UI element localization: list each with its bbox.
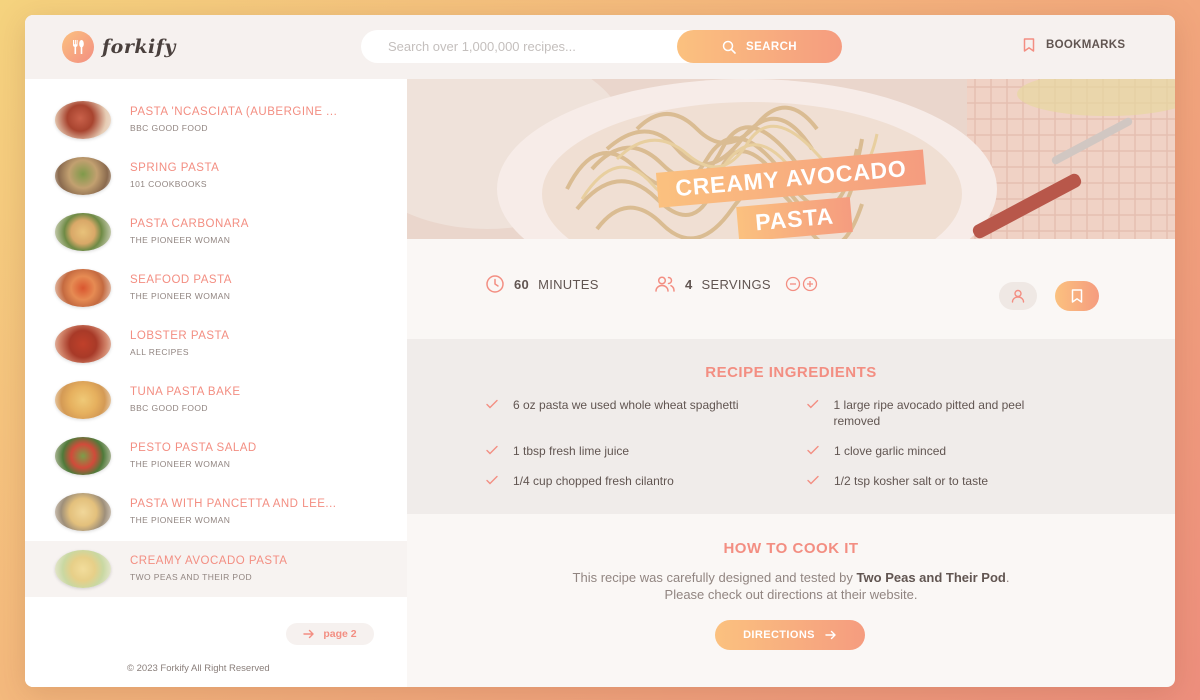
result-publisher: THE PIONEER WOMAN bbox=[130, 459, 231, 469]
how-text-2: Please check out directions at their web… bbox=[664, 587, 918, 602]
ingredient-text: 1/2 tsp kosher salt or to taste bbox=[834, 474, 989, 488]
result-publisher: BBC GOOD FOOD bbox=[130, 403, 208, 413]
result-title: PESTO PASTA SALAD bbox=[130, 442, 257, 454]
how-to-cook-title: HOW TO COOK IT bbox=[723, 540, 859, 557]
ingredient-text: 1 clove garlic minced bbox=[834, 444, 947, 458]
result-publisher: TWO PEAS AND THEIR POD bbox=[130, 572, 252, 582]
recipe-publisher: Two Peas and Their Pod bbox=[856, 570, 1006, 585]
recipe-thumbnail bbox=[55, 269, 111, 307]
logo-text: forkify bbox=[102, 36, 176, 58]
check-icon bbox=[807, 399, 819, 409]
minutes-label: MINUTES bbox=[538, 276, 599, 292]
search-icon bbox=[722, 40, 736, 54]
ingredient-text: 1 tbsp fresh lime juice bbox=[513, 444, 630, 458]
servings-value: 4 bbox=[685, 276, 693, 292]
result-title: PASTA WITH PANCETTA AND LEE... bbox=[130, 498, 337, 510]
servings: 4 SERVINGS bbox=[654, 274, 818, 294]
increase-servings-icon[interactable] bbox=[802, 276, 818, 292]
check-icon bbox=[486, 399, 498, 409]
ingredient-item: 1/2 tsp kosher salt or to taste bbox=[806, 473, 1066, 489]
recipe-thumbnail bbox=[55, 437, 111, 475]
ingredient-text: 6 oz pasta we used whole wheat spaghetti bbox=[513, 398, 739, 412]
search-input[interactable] bbox=[388, 30, 668, 63]
ingredients-title: RECIPE INGREDIENTS bbox=[705, 364, 877, 381]
result-title: TUNA PASTA BAKE bbox=[130, 386, 241, 398]
recipe-thumbnail bbox=[55, 213, 111, 251]
next-page-label: page 2 bbox=[323, 628, 357, 640]
user-generated-button[interactable] bbox=[999, 282, 1037, 310]
next-page-button[interactable]: page 2 bbox=[286, 623, 374, 645]
result-item[interactable]: SEAFOOD PASTA THE PIONEER WOMAN bbox=[25, 260, 407, 316]
search-button-label: SEARCH bbox=[746, 40, 797, 53]
result-item[interactable]: PASTA CARBONARA THE PIONEER WOMAN bbox=[25, 204, 407, 260]
recipe-title-line-2: PASTA bbox=[735, 197, 854, 239]
cooking-time: 60 MINUTES bbox=[485, 274, 599, 294]
result-publisher: THE PIONEER WOMAN bbox=[130, 235, 231, 245]
user-icon bbox=[1011, 289, 1025, 303]
bookmarks-label: BOOKMARKS bbox=[1046, 39, 1126, 51]
ingredient-item: 1/4 cup chopped fresh cilantro bbox=[485, 473, 745, 489]
check-icon bbox=[486, 475, 498, 485]
users-icon bbox=[655, 276, 675, 292]
result-item[interactable]: PASTA 'NCASCIATA (AUBERGINE ... BBC GOOD… bbox=[25, 92, 407, 148]
recipe-thumbnail bbox=[55, 550, 111, 588]
result-publisher: THE PIONEER WOMAN bbox=[130, 291, 231, 301]
search-bar: SEARCH bbox=[361, 30, 842, 63]
check-icon bbox=[807, 445, 819, 455]
result-publisher: BBC GOOD FOOD bbox=[130, 123, 208, 133]
result-publisher: THE PIONEER WOMAN bbox=[130, 515, 231, 525]
result-item[interactable]: PASTA WITH PANCETTA AND LEE... THE PIONE… bbox=[25, 484, 407, 540]
result-publisher: ALL RECIPES bbox=[130, 347, 189, 357]
result-title: PASTA 'NCASCIATA (AUBERGINE ... bbox=[130, 106, 338, 118]
header: forkify SEARCH BOOKMARKS bbox=[25, 15, 1175, 79]
result-item-active[interactable]: CREAMY AVOCADO PASTA TWO PEAS AND THEIR … bbox=[25, 541, 407, 597]
result-item[interactable]: PESTO PASTA SALAD THE PIONEER WOMAN bbox=[25, 428, 407, 484]
recipe-thumbnail bbox=[55, 157, 111, 195]
result-item[interactable]: SPRING PASTA 101 COOKBOOKS bbox=[25, 148, 407, 204]
recipe-thumbnail bbox=[55, 493, 111, 531]
arrow-right-icon bbox=[303, 629, 315, 639]
result-publisher: 101 COOKBOOKS bbox=[130, 179, 208, 189]
how-text-1: This recipe was carefully designed and t… bbox=[572, 570, 853, 585]
how-to-cook-text: This recipe was carefully designed and t… bbox=[572, 570, 1010, 602]
copyright: © 2023 Forkify All Right Reserved bbox=[127, 663, 270, 674]
bookmark-icon bbox=[1071, 289, 1083, 303]
minutes-value: 60 bbox=[514, 276, 530, 292]
bookmark-icon bbox=[1023, 38, 1035, 52]
result-item[interactable]: TUNA PASTA BAKE BBC GOOD FOOD bbox=[25, 372, 407, 428]
recipe-thumbnail bbox=[55, 101, 111, 139]
servings-label: SERVINGS bbox=[701, 276, 771, 292]
ingredient-item: 1 clove garlic minced bbox=[806, 443, 1066, 459]
ingredient-item: 1 tbsp fresh lime juice bbox=[485, 443, 745, 459]
check-icon bbox=[807, 475, 819, 485]
directions-button[interactable]: DIRECTIONS bbox=[715, 620, 865, 650]
ingredient-item: 1 large ripe avocado pitted and peel rem… bbox=[806, 397, 1066, 429]
result-title: SPRING PASTA bbox=[130, 162, 220, 174]
recipe-image: CREAMY AVOCADO PASTA bbox=[407, 79, 1175, 239]
arrow-right-icon bbox=[825, 630, 836, 640]
ingredient-text: 1 large ripe avocado pitted and peel rem… bbox=[833, 398, 1025, 428]
recipe-thumbnail bbox=[55, 325, 111, 363]
ingredient-text: 1/4 cup chopped fresh cilantro bbox=[513, 474, 674, 488]
search-results: PASTA 'NCASCIATA (AUBERGINE ... BBC GOOD… bbox=[25, 79, 407, 687]
result-title: CREAMY AVOCADO PASTA bbox=[130, 555, 288, 567]
search-button[interactable]: SEARCH bbox=[677, 30, 842, 63]
logo[interactable]: forkify bbox=[62, 31, 176, 63]
recipe-view: CREAMY AVOCADO PASTA 60 MINUTES 4 SERVIN… bbox=[407, 79, 1175, 687]
ingredients-section: RECIPE INGREDIENTS 6 oz pasta we used wh… bbox=[407, 339, 1175, 514]
recipe-thumbnail bbox=[55, 381, 111, 419]
fork-knife-icon bbox=[62, 31, 94, 63]
clock-icon bbox=[486, 275, 504, 293]
result-title: PASTA CARBONARA bbox=[130, 218, 249, 230]
app-container: forkify SEARCH BOOKMARKS PASTA 'NCASCIAT… bbox=[25, 15, 1175, 687]
bookmarks-button[interactable]: BOOKMARKS bbox=[1021, 37, 1125, 53]
directions-label: DIRECTIONS bbox=[743, 629, 815, 641]
result-title: SEAFOOD PASTA bbox=[130, 274, 232, 286]
ingredient-item: 6 oz pasta we used whole wheat spaghetti bbox=[485, 397, 745, 413]
result-title: LOBSTER PASTA bbox=[130, 330, 230, 342]
decrease-servings-icon[interactable] bbox=[785, 276, 801, 292]
bookmark-recipe-button[interactable] bbox=[1055, 281, 1099, 311]
check-icon bbox=[486, 445, 498, 455]
result-item[interactable]: LOBSTER PASTA ALL RECIPES bbox=[25, 316, 407, 372]
